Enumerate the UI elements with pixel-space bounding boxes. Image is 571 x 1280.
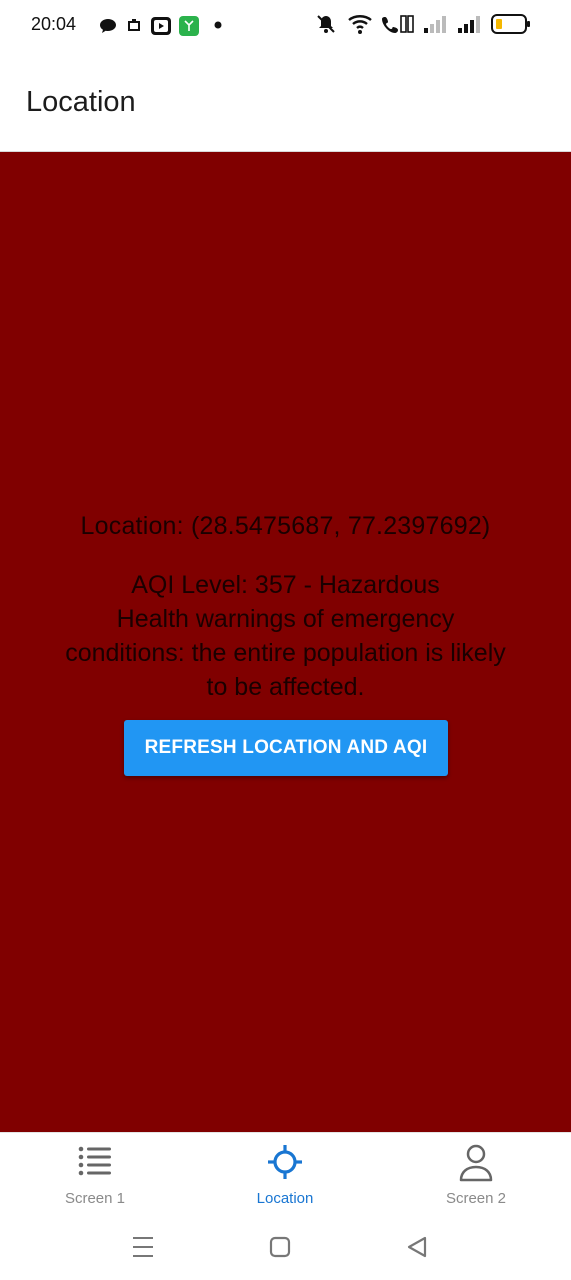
- tab-screen-1[interactable]: Screen 1: [0, 1133, 190, 1223]
- refresh-location-aqi-button[interactable]: REFRESH LOCATION AND AQI: [124, 720, 448, 776]
- tab-location-label: Location: [256, 1190, 314, 1207]
- home-icon[interactable]: [268, 1234, 292, 1260]
- back-icon[interactable]: [405, 1234, 429, 1260]
- health-warning-text: Health warnings of emergency conditions:…: [65, 605, 506, 701]
- status-bar: 20:04: [0, 0, 571, 52]
- tab-screen-1-label: Screen 1: [64, 1190, 126, 1207]
- aqi-content-panel: Location: (28.5475687, 77.2397692) AQI L…: [0, 152, 571, 1132]
- page-title: Location: [26, 86, 136, 118]
- aqi-level-text: AQI Level: 357 - Hazardous: [131, 571, 440, 599]
- chat-bubble-icon: [100, 19, 116, 33]
- volte-call-icon: [382, 15, 414, 33]
- tab-location[interactable]: Location: [190, 1133, 380, 1223]
- status-time: 20:04: [31, 14, 77, 34]
- aqi-info: AQI Level: 357 - Hazardous Health warnin…: [60, 568, 511, 704]
- battery-icon: [491, 14, 530, 34]
- location-coordinates-text: Location: (28.5475687, 77.2397692): [80, 512, 491, 540]
- youtube-icon: [151, 17, 171, 35]
- signal-strong-icon: [458, 16, 480, 33]
- crosshair-icon: [268, 1145, 302, 1179]
- status-right-icons: [313, 13, 531, 35]
- bottom-tab-bar: Screen 1 Location Screen 2: [0, 1132, 571, 1222]
- notification-icon: [128, 19, 140, 31]
- app-icon: [179, 16, 199, 36]
- app-header: Location: [0, 52, 571, 152]
- menu-icon[interactable]: [131, 1234, 155, 1260]
- bell-off-icon: [317, 15, 335, 33]
- wifi-icon: [348, 15, 372, 34]
- signal-weak-icon: [424, 16, 446, 33]
- tab-screen-2-label: Screen 2: [445, 1190, 507, 1207]
- system-nav-bar: [0, 1222, 571, 1280]
- person-icon: [459, 1144, 493, 1182]
- dot-icon: [214, 21, 222, 29]
- list-icon: [78, 1146, 111, 1176]
- tab-screen-2[interactable]: Screen 2: [381, 1133, 571, 1223]
